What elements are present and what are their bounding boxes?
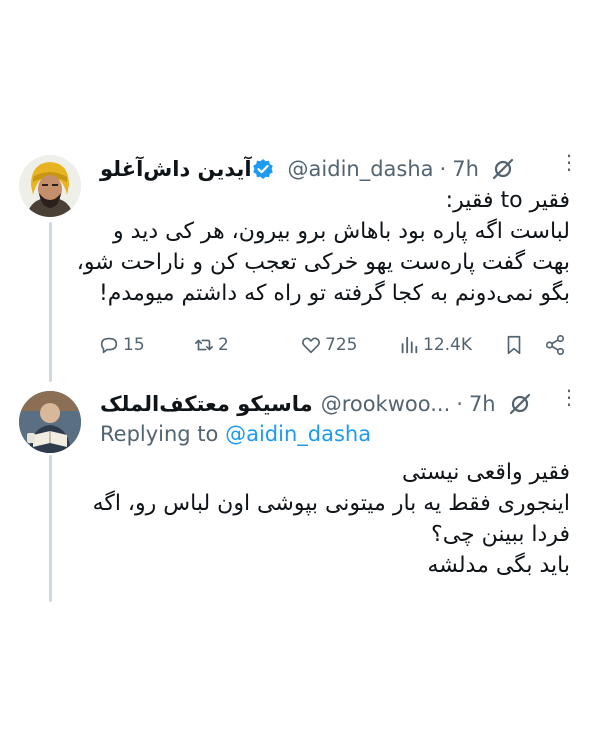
views-icon xyxy=(401,336,418,354)
replying-to: Replying to @aidin_dasha xyxy=(100,422,371,446)
reply-button[interactable]: 15 xyxy=(98,330,145,360)
retweet-count: 2 xyxy=(218,335,229,355)
retweet-button[interactable]: 2 xyxy=(193,330,229,360)
timestamp[interactable]: 7h xyxy=(469,392,496,416)
tweet-text-line: بگو نمی‌دونم به کجا گرفته تو راه که داشت… xyxy=(98,281,570,306)
more-icon[interactable]: ⋮ xyxy=(556,387,580,419)
tweet-header: ماسیکو معتکف‌الملک @rookwoo... · 7h ⋮ xyxy=(100,387,580,419)
verified-badge-icon xyxy=(252,158,274,180)
bookmark-button[interactable] xyxy=(503,330,525,360)
tweet-text-line: لباست اگه پاره بود باهاش برو بیرون، هر ک… xyxy=(113,219,570,244)
share-button[interactable] xyxy=(544,330,566,360)
user-handle[interactable]: @aidin_dasha xyxy=(288,157,434,181)
share-icon xyxy=(545,335,565,355)
more-icon[interactable]: ⋮ xyxy=(556,152,580,184)
grok-icon[interactable] xyxy=(491,157,515,181)
thread-connector-line xyxy=(49,222,52,382)
separator-dot: · xyxy=(456,392,463,416)
views-count: 12.4K xyxy=(423,335,472,355)
timestamp[interactable]: 7h xyxy=(452,157,479,181)
tweet-text-line: فقیر واقعی نیستی xyxy=(402,460,570,485)
like-button[interactable]: 725 xyxy=(300,330,357,360)
avatar-photo xyxy=(19,391,81,453)
grok-icon[interactable] xyxy=(508,392,532,416)
separator-dot: · xyxy=(439,157,447,181)
retweet-icon xyxy=(194,339,214,351)
user-handle[interactable]: @rookwoo... xyxy=(321,392,451,416)
replying-to-prefix: Replying to xyxy=(100,422,219,446)
avatar-photo xyxy=(19,155,81,217)
tweet-header: آیدین داش‌آغلو @aidin_dasha · 7h ⋮ xyxy=(100,152,580,184)
display-name[interactable]: آیدین داش‌آغلو xyxy=(100,157,252,181)
display-name[interactable]: ماسیکو معتکف‌الملک xyxy=(100,392,313,416)
reply-count: 15 xyxy=(123,335,145,355)
tweet-text-line: باید بگی مدلشه xyxy=(427,553,570,578)
tweet-text: فقیر واقعی نیستی اینجوری فقط یه بار میتو… xyxy=(90,457,570,581)
views-button[interactable]: 12.4K xyxy=(398,330,472,360)
thread-connector-line xyxy=(49,455,52,602)
avatar[interactable] xyxy=(19,391,81,453)
tweet-text-line: فقیر to فقیر: xyxy=(445,188,570,213)
bookmark-icon xyxy=(507,335,521,355)
tweet-text-line: اینجوری فقط یه بار میتونی بپوشی اون لباس… xyxy=(92,491,570,516)
tweet-text-line: فردا ببینن چی؟ xyxy=(431,522,570,547)
like-count: 725 xyxy=(325,335,358,355)
avatar[interactable] xyxy=(19,155,81,217)
tweet-text-line: بهت گفت پاره‌ست یهو خرکی تعجب کن و ناراح… xyxy=(76,250,570,275)
replying-to-mention[interactable]: @aidin_dasha xyxy=(225,422,371,446)
like-icon xyxy=(302,337,320,354)
reply-icon xyxy=(100,337,118,354)
tweet-text: فقیر to فقیر: لباست اگه پاره بود باهاش ب… xyxy=(76,185,570,309)
action-bar: 15 2 725 12.4K xyxy=(98,330,578,360)
